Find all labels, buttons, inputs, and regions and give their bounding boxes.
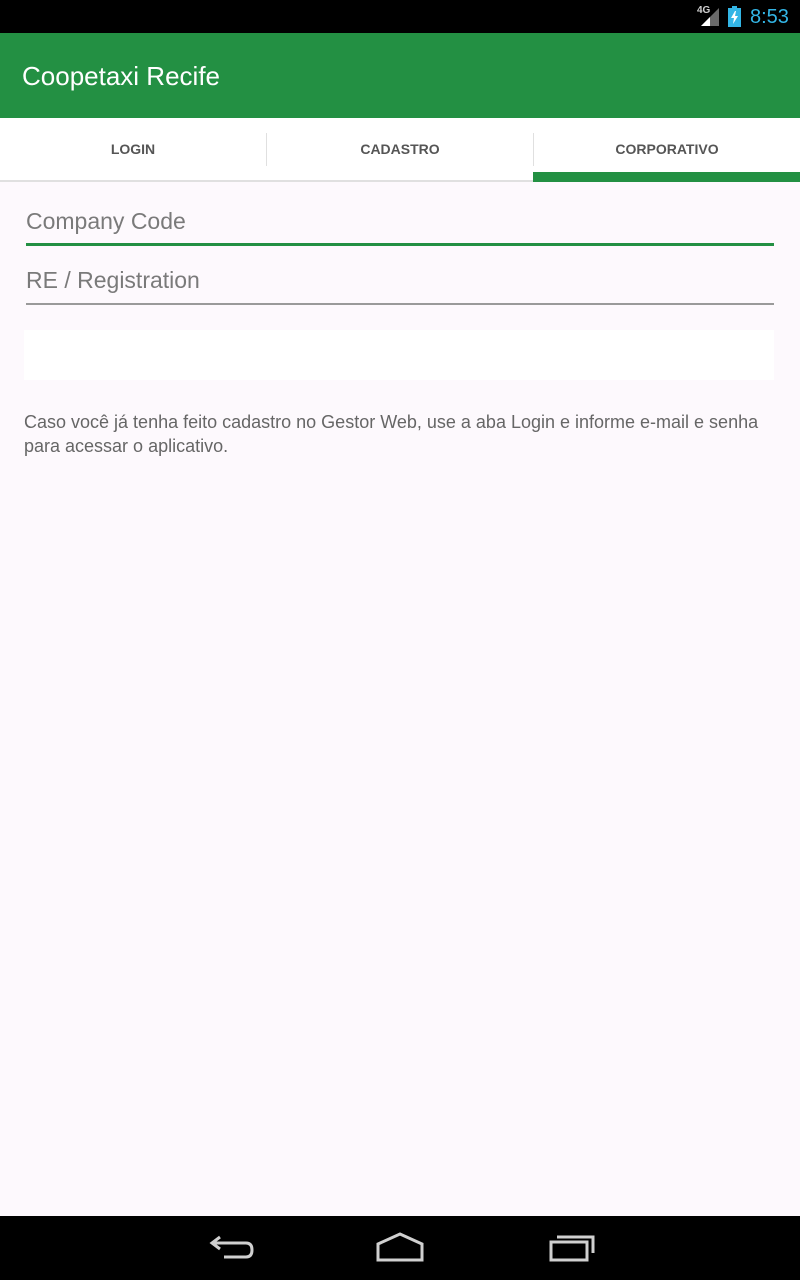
- selected-tab-indicator: [533, 172, 800, 182]
- network-indicator: 4G: [697, 5, 721, 27]
- app-bar: Coopetaxi Recife: [0, 33, 800, 118]
- clock: 8:53: [750, 6, 789, 28]
- home-icon[interactable]: [374, 1230, 426, 1266]
- registration-field[interactable]: RE / Registration: [26, 265, 774, 305]
- company-code-placeholder: Company Code: [26, 208, 186, 234]
- registration-underline: [26, 303, 774, 305]
- registration-placeholder: RE / Registration: [26, 267, 200, 293]
- info-text: Caso você já tenha feito cadastro no Ges…: [24, 412, 759, 456]
- company-code-underline: [26, 243, 774, 246]
- status-bar: 4G 8:53: [0, 0, 800, 33]
- submit-area: [24, 330, 774, 380]
- navigation-bar: [0, 1216, 800, 1280]
- app-title: Coopetaxi Recife: [22, 61, 220, 91]
- company-code-field[interactable]: Company Code: [26, 206, 774, 246]
- signal-icon: [701, 8, 719, 26]
- battery-charging-icon: [728, 6, 741, 27]
- tab-cadastro[interactable]: CADASTRO: [267, 118, 533, 180]
- tab-corporativo[interactable]: CORPORATIVO: [534, 118, 800, 180]
- tab-login[interactable]: LOGIN: [0, 118, 266, 180]
- back-icon[interactable]: [206, 1230, 254, 1266]
- recents-icon[interactable]: [547, 1230, 597, 1266]
